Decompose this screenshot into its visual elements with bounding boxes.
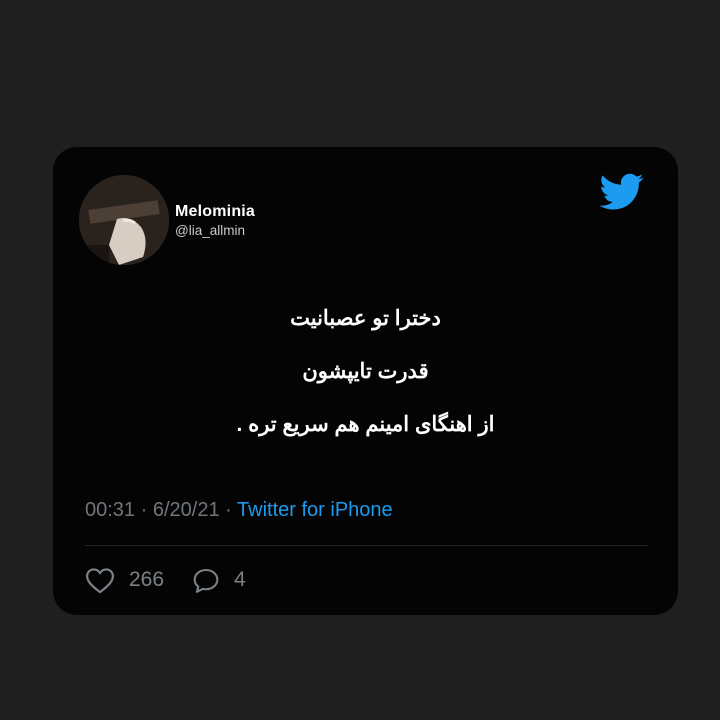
tweet-line-1: دخترا تو عصبانیت	[290, 307, 441, 330]
tweet-meta: 00:31 · 6/20/21 · Twitter for iPhone	[85, 499, 393, 522]
reply-button[interactable]: 4	[192, 567, 246, 594]
twitter-bird-icon	[597, 169, 647, 213]
tweet-text: دخترا تو عصبانیت قدرت تایپشون از اهنگای …	[53, 292, 678, 451]
reply-count: 4	[234, 568, 246, 591]
tweet-source-link[interactable]: Twitter for iPhone	[237, 499, 393, 521]
tweet-card: Melominia @lia_allmin دخترا تو عصبانیت ق…	[53, 147, 678, 615]
heart-outline-icon	[86, 567, 114, 593]
tweet-line-2: قدرت تایپشون	[302, 360, 429, 383]
avatar[interactable]	[79, 175, 169, 265]
tweet-actions: 266 4	[85, 563, 246, 597]
like-button[interactable]: 266	[85, 567, 192, 594]
meta-separator: ·	[140, 499, 148, 521]
avatar-photo	[79, 175, 169, 265]
tweet-time[interactable]: 00:31	[85, 499, 135, 521]
speech-bubble-icon	[193, 568, 219, 593]
divider	[85, 545, 648, 546]
user-handle[interactable]: @lia_allmin	[175, 223, 245, 238]
display-name[interactable]: Melominia	[175, 203, 255, 221]
meta-separator: ·	[225, 499, 232, 521]
tweet-line-3: از اهنگای امینم هم سریع تره .	[236, 413, 495, 436]
tweet-date[interactable]: 6/20/21	[153, 499, 220, 521]
like-count: 266	[129, 568, 165, 591]
